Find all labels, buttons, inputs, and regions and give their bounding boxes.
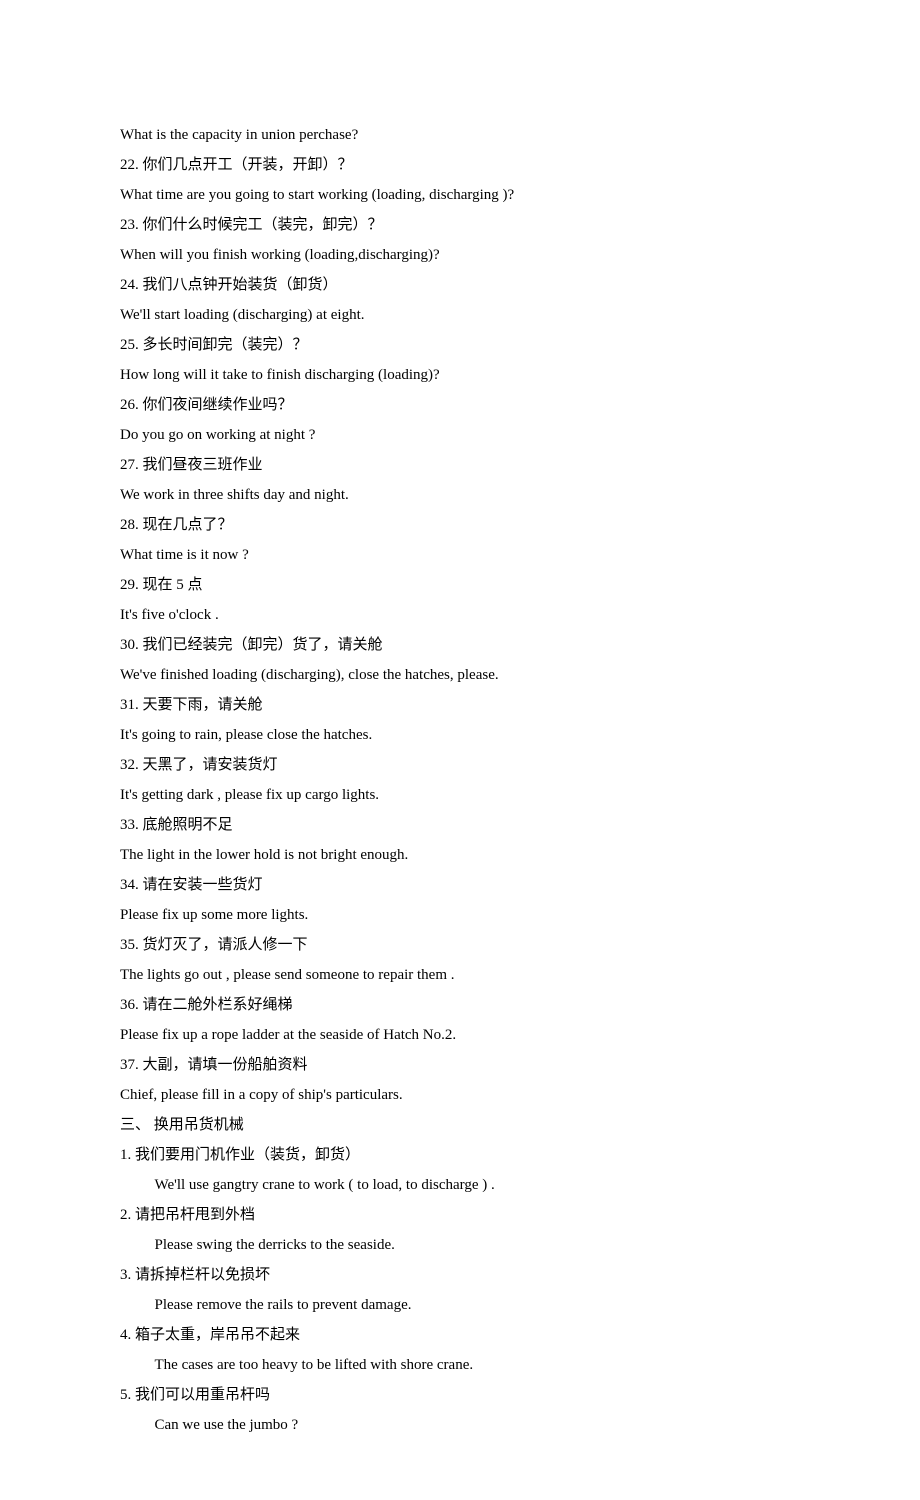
text-line: 35. 货灯灭了，请派人修一下 xyxy=(120,930,800,960)
text-line: We'll use gangtry crane to work ( to loa… xyxy=(120,1170,800,1200)
text-line: Please remove the rails to prevent damag… xyxy=(120,1290,800,1320)
text-line: 22. 你们几点开工（开装，开卸）？ xyxy=(120,150,800,180)
text-line: We'll start loading (discharging) at eig… xyxy=(120,300,800,330)
text-line: We work in three shifts day and night. xyxy=(120,480,800,510)
text-line: 26. 你们夜间继续作业吗？ xyxy=(120,390,800,420)
text-line: It's five o'clock . xyxy=(120,600,800,630)
text-line: 2. 请把吊杆甩到外档 xyxy=(120,1200,800,1230)
text-line: 31. 天要下雨，请关舱 xyxy=(120,690,800,720)
text-line: Chief, please fill in a copy of ship's p… xyxy=(120,1080,800,1110)
text-line: 1. 我们要用门机作业（装货，卸货） xyxy=(120,1140,800,1170)
text-line: 25. 多长时间卸完（装完）？ xyxy=(120,330,800,360)
text-line: 28. 现在几点了？ xyxy=(120,510,800,540)
text-line: The cases are too heavy to be lifted wit… xyxy=(120,1350,800,1380)
text-line: We've finished loading (discharging), cl… xyxy=(120,660,800,690)
text-line: 36. 请在二舱外栏系好绳梯 xyxy=(120,990,800,1020)
text-line: Please swing the derricks to the seaside… xyxy=(120,1230,800,1260)
text-line: 32. 天黑了，请安装货灯 xyxy=(120,750,800,780)
text-line: When will you finish working (loading,di… xyxy=(120,240,800,270)
text-line: It's going to rain, please close the hat… xyxy=(120,720,800,750)
text-line: What time are you going to start working… xyxy=(120,180,800,210)
document-page: What is the capacity in union perchase?2… xyxy=(0,0,920,1500)
text-line: 34. 请在安装一些货灯 xyxy=(120,870,800,900)
text-line: Please fix up a rope ladder at the seasi… xyxy=(120,1020,800,1050)
text-line: 29. 现在 5 点 xyxy=(120,570,800,600)
text-line: It's getting dark , please fix up cargo … xyxy=(120,780,800,810)
text-line: 4. 箱子太重，岸吊吊不起来 xyxy=(120,1320,800,1350)
text-line: Please fix up some more lights. xyxy=(120,900,800,930)
text-line: 24. 我们八点钟开始装货（卸货） xyxy=(120,270,800,300)
text-line: 23. 你们什么时候完工（装完，卸完）？ xyxy=(120,210,800,240)
text-line: 3. 请拆掉栏杆以免损坏 xyxy=(120,1260,800,1290)
text-line: The lights go out , please send someone … xyxy=(120,960,800,990)
text-line: 三、 换用吊货机械 xyxy=(120,1110,800,1140)
text-line: What is the capacity in union perchase? xyxy=(120,120,800,150)
text-line: Can we use the jumbo ? xyxy=(120,1410,800,1440)
text-line: What time is it now ? xyxy=(120,540,800,570)
text-line: 5. 我们可以用重吊杆吗 xyxy=(120,1380,800,1410)
text-line: Do you go on working at night ? xyxy=(120,420,800,450)
text-line: 33. 底舱照明不足 xyxy=(120,810,800,840)
text-line: The light in the lower hold is not brigh… xyxy=(120,840,800,870)
text-line: 30. 我们已经装完（卸完）货了，请关舱 xyxy=(120,630,800,660)
text-line: 37. 大副，请填一份船舶资料 xyxy=(120,1050,800,1080)
text-line: 27. 我们昼夜三班作业 xyxy=(120,450,800,480)
text-line: How long will it take to finish discharg… xyxy=(120,360,800,390)
